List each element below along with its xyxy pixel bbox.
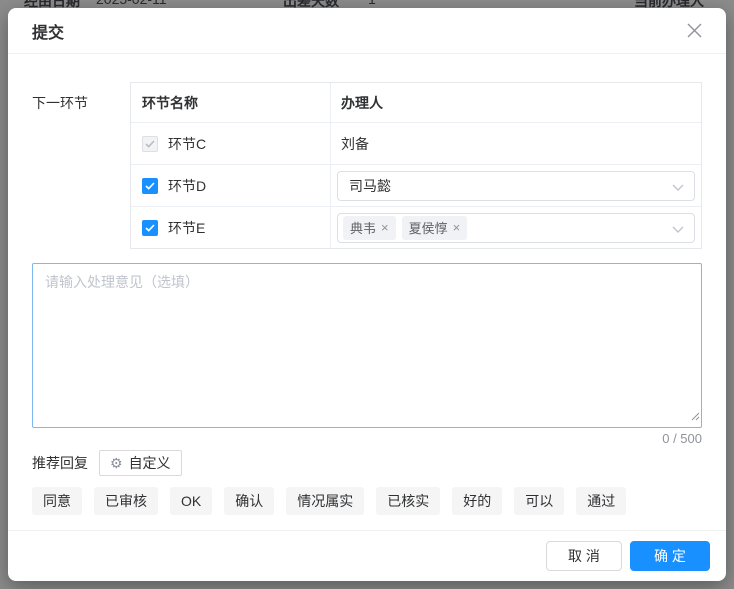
quick-reply-chip[interactable]: 情况属实	[286, 487, 364, 515]
remove-tag-icon[interactable]: ×	[381, 221, 389, 234]
handler-tag: 夏侯惇 ×	[402, 216, 468, 240]
checkbox-step-c	[142, 136, 158, 152]
quick-reply-list: 同意 已审核 OK 确认 情况属实 已核实 好的 可以 通过	[32, 487, 702, 515]
gear-icon: ⚙	[110, 456, 123, 470]
steps-table: 环节名称 办理人 环节C 刘备	[130, 82, 702, 249]
suggest-reply-label: 推荐回复	[32, 453, 88, 473]
quick-reply-chip[interactable]: 可以	[514, 487, 564, 515]
chevron-down-icon	[672, 220, 684, 236]
quick-reply-chip[interactable]: 好的	[452, 487, 502, 515]
handler-multiselect[interactable]: 典韦 × 夏侯惇 ×	[337, 213, 695, 243]
dialog-title: 提交	[32, 19, 64, 43]
handler-select[interactable]: 司马懿	[337, 171, 695, 201]
table-row: 环节C 刘备	[131, 123, 701, 165]
tag-label: 夏侯惇	[409, 218, 448, 237]
confirm-button[interactable]: 确 定	[630, 541, 710, 571]
quick-reply-chip[interactable]: 通过	[576, 487, 626, 515]
dialog-header: 提交	[8, 8, 726, 54]
quick-reply-chip[interactable]: OK	[170, 487, 212, 515]
chevron-down-icon	[672, 178, 684, 194]
quick-reply-chip[interactable]: 同意	[32, 487, 82, 515]
select-value: 司马懿	[349, 176, 391, 196]
table-header-row: 环节名称 办理人	[131, 83, 701, 123]
handler-name: 刘备	[341, 134, 369, 154]
custom-reply-button[interactable]: ⚙ 自定义	[99, 450, 182, 476]
dialog-body: 下一环节 环节名称 办理人 环节C 刘备	[8, 54, 726, 530]
checkbox-step-e[interactable]	[142, 220, 158, 236]
resize-handle-icon[interactable]	[691, 408, 700, 426]
column-header-handler: 办理人	[331, 83, 701, 122]
next-step-label: 下一环节	[32, 82, 130, 249]
comment-input[interactable]	[32, 263, 702, 428]
step-name: 环节C	[168, 134, 206, 154]
check-icon	[145, 182, 155, 190]
column-header-step: 环节名称	[131, 83, 331, 122]
char-counter: 0 / 500	[32, 431, 702, 449]
custom-reply-label: 自定义	[129, 453, 171, 473]
dialog-footer: 取 消 确 定	[8, 530, 726, 581]
submit-dialog: 提交 下一环节 环节名称 办理人 环节C	[8, 8, 726, 581]
step-name: 环节E	[168, 218, 205, 238]
close-icon[interactable]	[684, 21, 704, 41]
table-row: 环节D 司马懿	[131, 165, 701, 207]
check-icon	[145, 224, 155, 232]
remove-tag-icon[interactable]: ×	[453, 221, 461, 234]
table-row: 环节E 典韦 × 夏侯惇 ×	[131, 207, 701, 248]
tag-label: 典韦	[350, 218, 376, 237]
quick-reply-chip[interactable]: 确认	[224, 487, 274, 515]
cancel-button[interactable]: 取 消	[546, 541, 622, 571]
handler-tag: 典韦 ×	[343, 216, 396, 240]
check-icon	[145, 140, 155, 148]
step-name: 环节D	[168, 176, 206, 196]
quick-reply-chip[interactable]: 已审核	[94, 487, 158, 515]
checkbox-step-d[interactable]	[142, 178, 158, 194]
quick-reply-chip[interactable]: 已核实	[376, 487, 440, 515]
